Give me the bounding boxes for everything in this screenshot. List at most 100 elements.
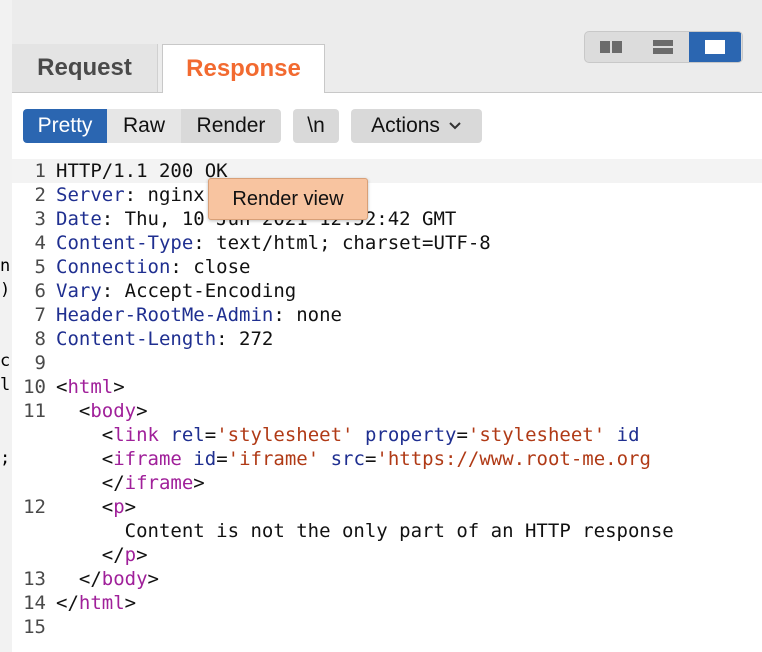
code-token: iframe [113,448,182,470]
layout-stacked-button[interactable] [637,32,689,62]
code-token: id [193,448,217,470]
message-tabs-bar: Request Response [12,0,762,93]
line-content: <p> [56,495,136,519]
code-token: = [204,424,217,446]
code-token: </ [56,568,102,590]
code-line: 2 Server: nginx [12,183,762,207]
code-token: Header-RootMe-Admin [56,304,274,326]
line-content: </html> [56,591,136,615]
line-number: 13 [23,568,46,590]
code-token: Connection [56,256,171,278]
code-token: rel [170,424,205,446]
line-content: Content-Length: 272 [56,327,273,351]
fragment-text: ; [0,448,11,468]
show-newlines-button[interactable]: \n [293,109,339,143]
line-number: 15 [23,616,46,638]
code-line: <link rel='stylesheet' property='stylesh… [12,423,762,447]
code-token: link [113,424,159,446]
code-token: : none [273,304,342,326]
fragment-text: ) [0,280,11,300]
code-token: : 272 [216,328,274,350]
code-line: 14 </html> [12,591,762,615]
code-token: 'https://www.root-me.org [376,448,651,470]
code-token: </ [56,544,125,566]
code-line: 15 [12,615,762,639]
line-content: <body> [56,399,148,423]
code-token: Date [56,208,102,230]
code-line: 8 Content-Length: 272 [12,327,762,351]
code-line: 10 <html> [12,375,762,399]
line-number: 5 [34,256,46,278]
code-token: </ [56,472,125,494]
code-token: id [616,424,640,446]
line-content: </iframe> [56,471,205,495]
line-number: 1 [34,160,46,182]
code-token: = [364,448,377,470]
code-token: < [56,400,91,422]
line-number: 10 [23,376,46,398]
code-line: </p> [12,543,762,567]
pretty-button[interactable]: Pretty [23,109,107,143]
fragment-text: n [0,256,11,276]
view-mode-group: Pretty Raw Render [23,109,281,143]
line-number: 6 [34,280,46,302]
code-token: < [56,496,114,518]
code-line: 7 Header-RootMe-Admin: none [12,303,762,327]
line-content: <iframe id='iframe' src='https://www.roo… [56,447,651,471]
code-token: Content-Type [56,232,194,254]
line-number: 2 [34,184,46,206]
code-token: > [193,472,205,494]
code-token: < [56,376,68,398]
line-number: 14 [23,592,46,614]
actions-button[interactable]: Actions [351,109,482,143]
raw-button[interactable]: Raw [107,109,181,143]
response-editor[interactable]: 1 HTTP/1.1 200 OK 2 Server: nginx 3 Date: Thu… [12,155,762,652]
line-content: Header-RootMe-Admin: none [56,303,342,327]
code-token: </ [56,592,79,614]
code-token: Server [56,184,125,206]
code-token: property [364,424,457,446]
code-token: Content is not the only part of an HTTP … [56,520,674,542]
code-line: 5 Connection: close [12,255,762,279]
code-token: > [124,496,137,518]
code-line: 3Date: Thu, 10 Jun 2021 12:52:42 GMT [12,207,762,231]
line-content: Connection: close [56,255,250,279]
code-token: > [113,376,125,398]
code-line: </iframe> [12,471,762,495]
code-token: 'iframe' [227,448,320,470]
line-number: 4 [34,232,46,254]
response-toolbar: Pretty Raw Render \n Actions [12,93,762,155]
layout-single-pane-button[interactable] [689,32,741,62]
line-number: 9 [34,352,46,374]
rows-icon [653,40,673,54]
code-token: > [136,544,148,566]
line-content: </body> [56,567,159,591]
code-token: < [56,424,114,446]
line-number: 7 [34,304,46,326]
line-content: <link rel='stylesheet' property='stylesh… [56,423,640,447]
line-content: Content-Type: text/html; charset=UTF-8 [56,231,491,255]
render-view-tooltip: Render view [208,178,368,220]
code-token: p [113,496,125,518]
code-token: 'stylesheet' [467,424,606,446]
code-token: 'stylesheet' [216,424,354,446]
fragment-text: l [0,375,11,395]
layout-side-by-side-button[interactable] [585,32,637,62]
code-line: <iframe id='iframe' src='https://www.roo… [12,447,762,471]
code-line: 9 [12,351,762,375]
line-number: 8 [34,328,46,350]
code-token: : Accept-Encoding [101,280,297,302]
columns-icon [600,41,622,53]
tab-response[interactable]: Response [162,44,325,93]
code-token: p [124,544,137,566]
code-token: body [101,568,148,590]
tab-request[interactable]: Request [12,44,158,92]
code-token: Content-Length [56,328,217,350]
chevron-down-icon [449,122,461,130]
render-button[interactable]: Render [181,109,281,143]
code-token: : text/html; charset=UTF-8 [193,232,491,254]
